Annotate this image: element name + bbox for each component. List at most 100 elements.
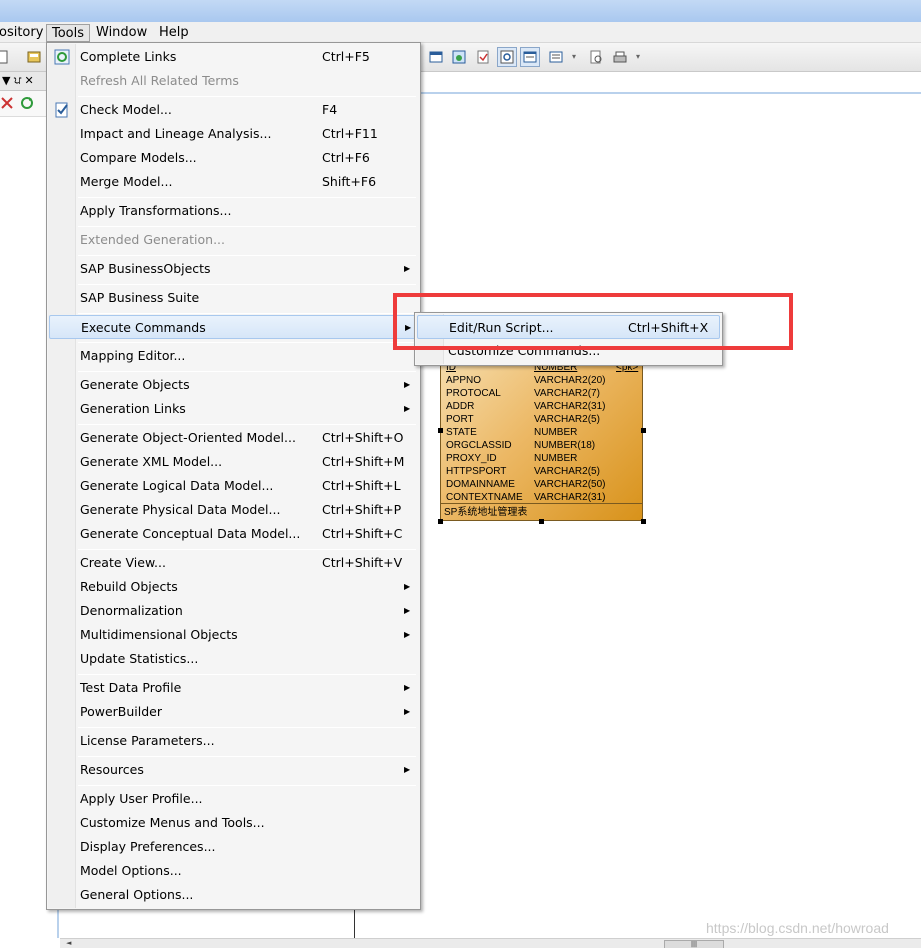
menu-separator [78,342,416,343]
menu-item-display-preferences[interactable]: Display Preferences... [49,835,418,859]
menu-item-execute-commands[interactable]: Execute Commands ▶ [49,315,418,339]
entity-row: HTTPSPORT VARCHAR2(5) [446,465,640,478]
menu-separator [78,197,416,198]
menu-item-shortcut: Ctrl+F6 [322,150,370,165]
menu-separator [78,756,416,757]
toolbar-grip[interactable]: ▾ [572,49,580,65]
zoom-icon[interactable] [497,47,517,67]
column-type: VARCHAR2(31) [534,401,606,412]
column-type: NUMBER [534,427,578,438]
menu-item-label: Extended Generation... [80,232,225,247]
menu-item-merge-model[interactable]: Merge Model... Shift+F6 [49,170,418,194]
print-preview-icon[interactable] [586,47,606,67]
menu-item-multidimensional-objects[interactable]: Multidimensional Objects ▶ [49,623,418,647]
menu-item-model-options[interactable]: Model Options... [49,859,418,883]
menu-separator [78,674,416,675]
menu-item-generate-cdm[interactable]: Generate Conceptual Data Model... Ctrl+S… [49,522,418,546]
menu-item-label: Generate Physical Data Model... [80,502,281,517]
resize-handle[interactable] [641,428,646,433]
menu-item-impact-lineage[interactable]: Impact and Lineage Analysis... Ctrl+F11 [49,122,418,146]
submenu-arrow-icon: ▶ [404,606,411,615]
menu-item-powerbuilder[interactable]: PowerBuilder ▶ [49,700,418,724]
menu-item-generate-pdm[interactable]: Generate Physical Data Model... Ctrl+Shi… [49,498,418,522]
menu-item-update-statistics[interactable]: Update Statistics... [49,647,418,671]
menu-item-sap-business-suite[interactable]: SAP Business Suite [49,286,418,310]
menu-tools[interactable]: Tools [46,24,91,42]
menu-item-resources[interactable]: Resources ▶ [49,758,418,782]
menu-item-generate-oom[interactable]: Generate Object-Oriented Model... Ctrl+S… [49,426,418,450]
menu-item-generate-xml-model[interactable]: Generate XML Model... Ctrl+Shift+M [49,450,418,474]
column-name: ADDR [446,401,475,412]
refresh-icon[interactable] [20,96,34,110]
menu-separator [78,549,416,550]
menu-item-apply-transformations[interactable]: Apply Transformations... [49,199,418,223]
menu-item-compare-models[interactable]: Compare Models... Ctrl+F6 [49,146,418,170]
menu-item-label: SAP Business Suite [80,290,200,305]
menu-item-sap-businessobjects[interactable]: SAP BusinessObjects ▶ [49,257,418,281]
column-name: APPNO [446,375,482,386]
toolbar-grip-2[interactable]: ▾ [636,49,644,65]
menu-item-shortcut: Ctrl+Shift+C [322,526,403,541]
menu-item-label: Multidimensional Objects [80,627,238,642]
column-type: VARCHAR2(5) [534,466,600,477]
menu-item-generate-ldm[interactable]: Generate Logical Data Model... Ctrl+Shif… [49,474,418,498]
result-list-icon[interactable] [546,47,566,67]
menu-item-license-parameters[interactable]: License Parameters... [49,729,418,753]
submenu-arrow-icon: ▶ [404,582,411,591]
menu-item-customize-menus[interactable]: Customize Menus and Tools... [49,811,418,835]
menu-item-extended-generation[interactable]: Extended Generation... [49,228,418,252]
check-model-icon [54,102,70,118]
menu-window[interactable]: Window [91,24,152,42]
submenu-arrow-icon: ▶ [404,683,411,692]
menu-item-complete-links[interactable]: Complete Links Ctrl+F5 [49,45,418,69]
browser-panel-toolbar [0,91,46,117]
menu-item-label: Generate Conceptual Data Model... [80,526,301,541]
column-name: DOMAINNAME [446,479,515,490]
new-icon[interactable] [0,47,12,67]
resize-handle[interactable] [539,519,544,524]
table-view-icon[interactable] [426,47,446,67]
scroll-left-arrow[interactable]: ◄ [66,939,71,947]
menu-separator [78,785,416,786]
menu-item-denormalization[interactable]: Denormalization ▶ [49,599,418,623]
menu-item-shortcut: Ctrl+Shift+O [322,430,404,445]
print-icon[interactable] [610,47,630,67]
menu-item-check-model[interactable]: Check Model... F4 [49,98,418,122]
menu-item-shortcut: Shift+F6 [322,174,377,189]
menu-item-apply-user-profile[interactable]: Apply User Profile... [49,787,418,811]
column-name: ORGCLASSID [446,440,512,451]
menu-item-create-view[interactable]: Create View... Ctrl+Shift+V [49,551,418,575]
menu-item-label: Generation Links [80,401,186,416]
resize-handle[interactable] [438,519,443,524]
menu-item-mapping-editor[interactable]: Mapping Editor... [49,344,418,368]
menu-item-shortcut: Ctrl+Shift+V [322,555,403,570]
browser-tree[interactable] [0,117,46,948]
menu-help[interactable]: Help [154,24,194,42]
output-window-icon[interactable] [520,47,540,67]
menu-item-label: Test Data Profile [80,680,182,695]
menu-item-generation-links[interactable]: Generation Links ▶ [49,397,418,421]
delete-icon[interactable] [0,96,14,110]
horizontal-scrollbar[interactable]: ◄ ||| [60,938,921,948]
browser-panel: ▼ ਪ ✕ [0,72,46,948]
menu-item-generate-objects[interactable]: Generate Objects ▶ [49,373,418,397]
entity-row: STATE NUMBER [446,426,640,439]
menu-item-label: Execute Commands [81,320,206,335]
resize-handle[interactable] [438,428,443,433]
model-refresh-icon[interactable] [449,47,469,67]
menu-item-test-data-profile[interactable]: Test Data Profile ▶ [49,676,418,700]
scrollbar-thumb[interactable]: ||| [664,940,724,948]
entity-table[interactable]: ID NUMBER <pk> APPNO VARCHAR2(20) PROTOC… [440,352,643,521]
panel-pin-controls[interactable]: ▼ ਪ ✕ [2,74,34,88]
menu-item-rebuild-objects[interactable]: Rebuild Objects ▶ [49,575,418,599]
menu-separator [78,226,416,227]
menu-item-general-options[interactable]: General Options... [49,883,418,907]
resize-handle[interactable] [641,519,646,524]
column-type: VARCHAR2(20) [534,375,606,386]
menu-separator [78,284,416,285]
menu-repository[interactable]: ository [0,24,48,42]
menu-item-refresh-related-terms[interactable]: Refresh All Related Terms [49,69,418,93]
open-model-icon[interactable] [24,47,44,67]
menu-item-label: Apply Transformations... [80,203,232,218]
properties-icon[interactable] [473,47,493,67]
